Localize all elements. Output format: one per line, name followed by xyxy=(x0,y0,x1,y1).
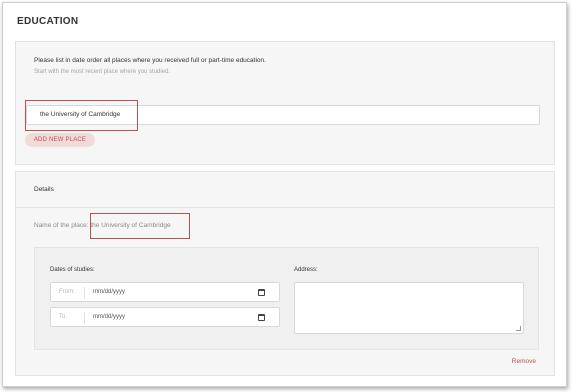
date-from-divider xyxy=(84,287,85,299)
details-header: Details xyxy=(16,172,554,208)
highlight-box-place-input xyxy=(25,100,138,131)
highlight-box-place-name xyxy=(90,213,190,239)
details-title: Details xyxy=(34,186,54,193)
date-to-placeholder: mm/dd/yyyy xyxy=(93,314,126,320)
study-details-card: Dates of studies: Address: From: mm/dd/y… xyxy=(34,247,539,350)
date-to-field[interactable]: To: mm/dd/yyyy xyxy=(50,307,280,327)
date-from-field[interactable]: From: mm/dd/yyyy xyxy=(50,282,280,302)
calendar-icon[interactable] xyxy=(258,289,265,296)
places-instruction: Please list in date order all places whe… xyxy=(34,57,266,64)
places-instruction-sub: Start with the most recent place where y… xyxy=(34,69,171,75)
calendar-icon[interactable] xyxy=(258,314,265,321)
places-panel: Please list in date order all places whe… xyxy=(15,41,555,165)
add-new-place-button[interactable]: ADD NEW PLACE xyxy=(25,133,95,147)
resize-grip-icon[interactable] xyxy=(516,326,521,331)
date-from-placeholder: mm/dd/yyyy xyxy=(93,289,126,295)
dates-of-studies-label: Dates of studies: xyxy=(50,267,95,273)
education-window: EDUCATION Please list in date order all … xyxy=(2,2,567,387)
page-title: EDUCATION xyxy=(17,16,79,27)
date-to-label: To: xyxy=(59,314,68,320)
date-from-label: From: xyxy=(59,289,75,295)
date-to-divider xyxy=(84,312,85,324)
place-name-label: Name of the place: xyxy=(34,222,89,229)
address-label: Address: xyxy=(294,267,318,273)
address-textarea[interactable] xyxy=(294,282,524,334)
details-panel: Details Name of the place: the Universit… xyxy=(15,171,555,376)
remove-link[interactable]: Remove xyxy=(512,358,536,365)
